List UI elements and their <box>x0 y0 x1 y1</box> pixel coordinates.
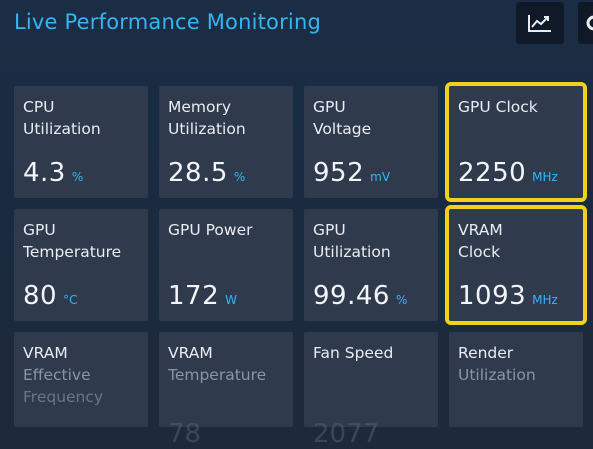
metric-card-vram-effective-frequency[interactable]: VRAM Effective Frequency <box>14 332 148 427</box>
metric-card-render-utilization[interactable]: Render Utilization <box>449 332 583 427</box>
metric-unit: MHz <box>532 170 558 184</box>
metric-card-gpu-voltage[interactable]: GPU Voltage 952 mV <box>304 86 438 198</box>
settings-icon <box>586 15 593 31</box>
metric-unit: % <box>71 170 84 184</box>
metric-card-gpu-clock[interactable]: GPU Clock 2250 MHz <box>445 82 587 202</box>
metric-label: Memory Utilization <box>168 98 246 138</box>
metric-value: 4.3% <box>23 158 84 188</box>
chart-view-button[interactable] <box>516 2 564 44</box>
metric-value: 172 W <box>168 281 238 311</box>
metric-unit: °C <box>63 293 78 307</box>
metric-value: 2250 MHz <box>458 158 558 188</box>
metric-card-vram-clock[interactable]: VRAM Clock 1093 MHz <box>445 205 587 325</box>
metric-card-memory-utilization[interactable]: Memory Utilization 28.5% <box>159 86 293 198</box>
metric-label: Render Utilization <box>458 344 536 384</box>
metric-label: GPU Utilization <box>313 221 391 261</box>
metric-unit: W <box>225 293 238 307</box>
metric-value: 78 <box>168 419 202 449</box>
metric-card-cpu-utilization[interactable]: CPU Utilization 4.3% <box>14 86 148 198</box>
metric-label: GPU Voltage <box>313 98 372 138</box>
metric-value: 80 °C <box>23 281 78 311</box>
metric-card-gpu-temperature[interactable]: GPU Temperature 80 °C <box>14 209 148 321</box>
metric-card-fan-speed[interactable]: Fan Speed 2077 <box>304 332 438 449</box>
metric-value: 99.46% <box>313 281 408 311</box>
settings-button[interactable] <box>578 2 593 44</box>
metric-label: CPU Utilization <box>23 98 101 138</box>
metric-label: VRAM Effective Frequency <box>23 344 104 406</box>
metric-unit: MHz <box>532 293 558 307</box>
metric-label: GPU Power <box>168 221 253 239</box>
metric-card-gpu-power[interactable]: GPU Power 172 W <box>159 209 293 321</box>
page-title: Live Performance Monitoring <box>14 10 322 34</box>
metric-value: 28.5% <box>168 158 246 188</box>
metric-label: Fan Speed <box>313 344 394 362</box>
metric-unit: % <box>395 293 408 307</box>
metric-unit: mV <box>370 170 391 184</box>
metric-card-gpu-utilization[interactable]: GPU Utilization 99.46% <box>304 209 438 321</box>
metric-label: GPU Clock <box>458 98 538 116</box>
metric-value: 1093 MHz <box>458 281 558 311</box>
metric-label: VRAM Temperature <box>168 344 267 384</box>
metric-card-vram-temperature[interactable]: VRAM Temperature 78 <box>159 332 293 449</box>
metric-label: GPU Temperature <box>23 221 122 261</box>
metric-value: 952 mV <box>313 158 391 188</box>
chart-icon <box>528 15 551 32</box>
metric-value: 2077 <box>313 419 380 449</box>
metric-label: VRAM Clock <box>458 221 503 261</box>
metric-unit: % <box>233 170 246 184</box>
